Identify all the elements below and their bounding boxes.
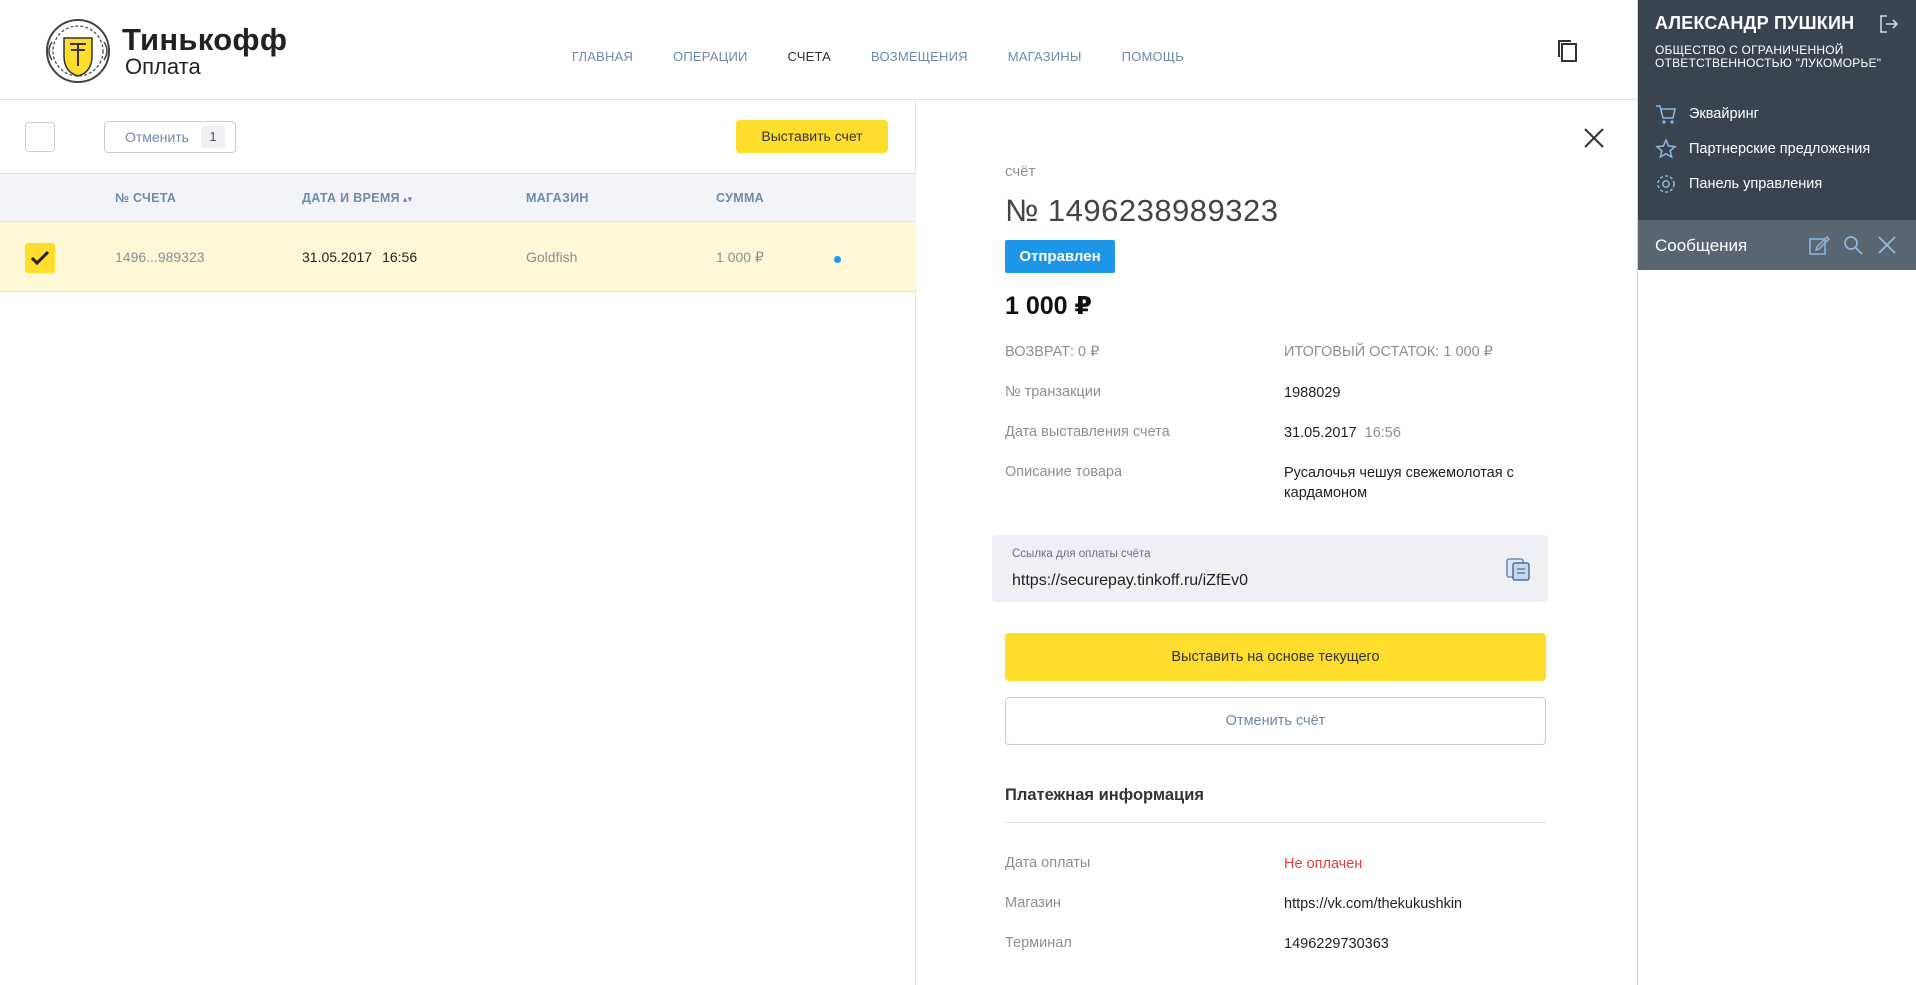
tinkoff-logo[interactable]: Тинькофф Оплата bbox=[40, 16, 287, 86]
cell-shop: Goldfish bbox=[526, 249, 578, 265]
transaction-label: № транзакции bbox=[1005, 384, 1101, 400]
column-header-date-label: ДАТА И ВРЕМЯ bbox=[302, 191, 400, 205]
sidebar-item-partners[interactable]: Партнерские предложения bbox=[1655, 131, 1870, 166]
balance-label: ИТОГОВЫЙ ОСТАТОК: 1 000 ₽ bbox=[1284, 344, 1493, 360]
cart-icon bbox=[1656, 104, 1676, 124]
sidebar-item-label: Эквайринг bbox=[1689, 105, 1759, 122]
messages-bar: Сообщения bbox=[1638, 220, 1916, 270]
messages-title: Сообщения bbox=[1655, 236, 1748, 255]
row-checkbox[interactable] bbox=[25, 243, 55, 273]
issue-invoice-button[interactable]: Выставить счет bbox=[736, 120, 888, 153]
cell-time-value: 16:56 bbox=[382, 249, 418, 265]
payment-info-title: Платежная информация bbox=[1005, 786, 1204, 804]
nav-item-operations[interactable]: ОПЕРАЦИИ bbox=[673, 49, 748, 64]
user-name[interactable]: АЛЕКСАНДР ПУШКИН bbox=[1655, 13, 1854, 34]
nav-item-refunds[interactable]: ВОЗМЕЩЕНИЯ bbox=[871, 49, 968, 64]
sidebar-item-control-panel[interactable]: Панель управления bbox=[1655, 166, 1870, 201]
invoice-list-pane: Отменить 1 Выставить счет № СЧЕТА ДАТА И… bbox=[0, 101, 916, 985]
close-messages-icon[interactable] bbox=[1876, 234, 1898, 256]
close-icon[interactable] bbox=[1583, 127, 1605, 149]
description-label: Описание товара bbox=[1005, 464, 1123, 480]
sidebar-account-panel: АЛЕКСАНДР ПУШКИН ОБЩЕСТВО С ОГРАНИЧЕННОЙ… bbox=[1638, 0, 1916, 270]
brand-subtitle: Оплата bbox=[125, 54, 201, 79]
description-value: Русалочья чешуя свежемолотая с кардамоно… bbox=[1284, 465, 1514, 501]
payment-link-value[interactable]: https://securepay.tinkoff.ru/iZfEv0 bbox=[1012, 572, 1248, 590]
copy-icon[interactable] bbox=[1556, 38, 1580, 64]
unread-indicator bbox=[834, 256, 841, 263]
sidebar-item-label: Панель управления bbox=[1689, 175, 1823, 192]
shop-value: https://vk.com/thekukushkin bbox=[1284, 896, 1463, 912]
company-name: ОБЩЕСТВО С ОГРАНИЧЕННОЙ ОТВЕТСТВЕННОСТЬЮ… bbox=[1655, 43, 1882, 70]
invoice-number: № 1496238989323 bbox=[1005, 193, 1279, 228]
sidebar-menu: Эквайринг Партнерские предложения Панель… bbox=[1655, 96, 1870, 201]
sidebar-item-label: Партнерские предложения bbox=[1689, 140, 1871, 157]
sidebar-item-acquiring[interactable]: Эквайринг bbox=[1655, 96, 1870, 131]
cell-invoice-number: 1496...989323 bbox=[115, 249, 205, 265]
select-all-checkbox[interactable] bbox=[25, 122, 55, 152]
payment-link-box: Ссылка для оплаты счёта https://securepa… bbox=[992, 535, 1548, 602]
cell-date: 31.05.2017 16:56 bbox=[302, 249, 417, 265]
cell-date-value: 31.05.2017 bbox=[302, 249, 373, 265]
main-nav: ГЛАВНАЯ ОПЕРАЦИИ СЧЕТА ВОЗМЕЩЕНИЯ МАГАЗИ… bbox=[572, 49, 1224, 64]
terminal-value: 1496229730363 bbox=[1284, 936, 1389, 952]
invoice-detail-pane: счёт № 1496238989323 Отправлен 1 000 ₽ В… bbox=[917, 101, 1637, 985]
column-header-shop[interactable]: МАГАЗИН bbox=[526, 191, 589, 205]
cancel-invoice-button[interactable]: Отменить счёт bbox=[1005, 697, 1546, 745]
compose-icon[interactable] bbox=[1808, 234, 1830, 256]
cancel-selected-button[interactable]: Отменить 1 bbox=[104, 121, 236, 153]
table-row[interactable]: 1496...989323 31.05.2017 16:56 Goldfish 1… bbox=[0, 222, 916, 292]
nav-item-invoices[interactable]: СЧЕТА bbox=[788, 49, 831, 64]
star-icon bbox=[1655, 137, 1677, 159]
cancel-selected-label: Отменить bbox=[125, 129, 189, 145]
gear-icon bbox=[1657, 174, 1675, 193]
list-toolbar: Отменить 1 Выставить счет bbox=[0, 101, 915, 173]
payment-date-label: Дата оплаты bbox=[1005, 855, 1091, 871]
tinkoff-emblem-icon bbox=[46, 19, 110, 83]
copy-link-icon[interactable] bbox=[1505, 556, 1531, 582]
selected-count-badge: 1 bbox=[200, 126, 225, 148]
transaction-value: 1988029 bbox=[1284, 385, 1341, 401]
search-icon[interactable] bbox=[1842, 234, 1864, 256]
issue-date: 31.05.2017 bbox=[1284, 425, 1357, 441]
issue-date-value: 31.05.2017 16:56 bbox=[1284, 423, 1554, 443]
shop-label: Магазин bbox=[1005, 895, 1061, 911]
nav-item-shops[interactable]: МАГАЗИНЫ bbox=[1008, 49, 1082, 64]
column-header-number[interactable]: № СЧЕТА bbox=[115, 191, 176, 205]
refund-label: ВОЗВРАТ: 0 ₽ bbox=[1005, 344, 1100, 360]
nav-item-help[interactable]: ПОМОЩЬ bbox=[1122, 49, 1184, 64]
brand-name: Тинькофф bbox=[122, 22, 288, 57]
payment-date-value: Не оплачен bbox=[1284, 856, 1363, 872]
reissue-invoice-button[interactable]: Выставить на основе текущего bbox=[1005, 633, 1546, 681]
issue-date-label: Дата выставления счета bbox=[1005, 424, 1170, 440]
checkmark-icon bbox=[30, 250, 50, 266]
logout-icon[interactable] bbox=[1878, 13, 1900, 35]
top-header: Тинькофф Оплата ГЛАВНАЯ ОПЕРАЦИИ СЧЕТА В… bbox=[0, 0, 1637, 100]
cell-sum: 1 000 ₽ bbox=[716, 249, 764, 265]
user-sidebar: АЛЕКСАНДР ПУШКИН ОБЩЕСТВО С ОГРАНИЧЕННОЙ… bbox=[1637, 0, 1916, 985]
status-badge: Отправлен bbox=[1005, 240, 1115, 273]
table-header: № СЧЕТА ДАТА И ВРЕМЯ ▴▾ МАГАЗИН СУММА bbox=[0, 173, 916, 222]
terminal-label: Терминал bbox=[1005, 935, 1072, 951]
invoice-kicker: счёт bbox=[1005, 163, 1036, 180]
nav-item-main[interactable]: ГЛАВНАЯ bbox=[572, 49, 633, 64]
invoice-amount: 1 000 ₽ bbox=[1005, 292, 1092, 320]
sort-icon: ▴▾ bbox=[402, 194, 413, 204]
column-header-date[interactable]: ДАТА И ВРЕМЯ ▴▾ bbox=[302, 191, 412, 205]
column-header-sum[interactable]: СУММА bbox=[716, 191, 764, 205]
issue-time: 16:56 bbox=[1364, 425, 1401, 441]
section-divider bbox=[1005, 822, 1546, 823]
payment-link-label: Ссылка для оплаты счёта bbox=[1012, 548, 1151, 560]
